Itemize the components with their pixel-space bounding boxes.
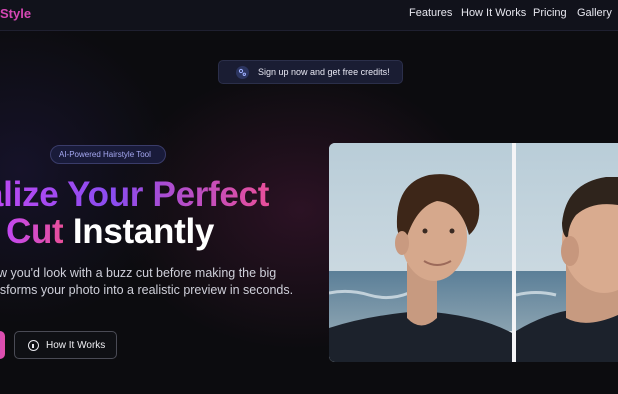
nav-link-how-it-works[interactable]: How It Works bbox=[461, 7, 526, 19]
brand-logo-text[interactable]: Style bbox=[0, 6, 31, 21]
headline-accent-word: Cut bbox=[6, 212, 64, 251]
subtitle-line-1: w you'd look with a buzz cut before maki… bbox=[0, 266, 277, 280]
sparkle-icon bbox=[236, 66, 249, 79]
primary-cta-button[interactable] bbox=[0, 331, 5, 359]
hero-headline: alize Your Perfect Cut Instantly bbox=[0, 176, 269, 250]
headline-line-2-rest: Instantly bbox=[63, 212, 215, 251]
headline-line-1: alize Your Perfect bbox=[0, 175, 269, 214]
how-it-works-button[interactable]: How It Works bbox=[14, 331, 117, 359]
hero-subtitle: w you'd look with a buzz cut before maki… bbox=[0, 265, 293, 299]
nav-link-gallery[interactable]: Gallery bbox=[577, 7, 612, 19]
how-it-works-label: How It Works bbox=[46, 340, 106, 351]
subtitle-line-2: ansforms your photo into a realistic pre… bbox=[0, 283, 294, 297]
before-photo bbox=[329, 143, 512, 362]
before-after-comparison-image bbox=[329, 143, 618, 362]
nav-link-pricing[interactable]: Pricing bbox=[533, 7, 567, 19]
hero-badge-text: AI-Powered Hairstyle Tool bbox=[59, 150, 151, 159]
top-navbar: Style Features How It Works Pricing Gall… bbox=[0, 0, 618, 31]
info-icon bbox=[28, 340, 39, 351]
hero-badge: AI-Powered Hairstyle Tool bbox=[50, 145, 166, 164]
announcement-text: Sign up now and get free credits! bbox=[258, 67, 390, 77]
nav-link-features[interactable]: Features bbox=[409, 7, 452, 19]
announcement-banner[interactable]: Sign up now and get free credits! bbox=[218, 60, 403, 84]
after-photo bbox=[516, 143, 618, 362]
